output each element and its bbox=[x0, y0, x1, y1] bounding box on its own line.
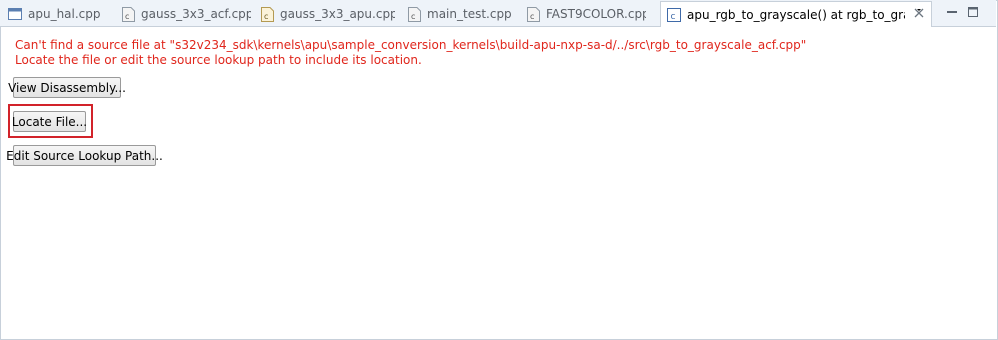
tab-label: gauss_3x3_apu.cpp bbox=[280, 7, 395, 21]
minimize-icon[interactable] bbox=[946, 6, 958, 18]
tab-gauss-3x3-apu[interactable]: c gauss_3x3_apu.cpp bbox=[260, 2, 395, 26]
tab-label: apu_rgb_to_grayscale() at rgb_to_graysca… bbox=[687, 7, 905, 22]
c-file-icon: c bbox=[121, 6, 135, 22]
c-editor-icon: c bbox=[667, 7, 681, 22]
c-file-icon: c bbox=[260, 6, 274, 22]
svg-text:c: c bbox=[671, 12, 676, 22]
svg-text:c: c bbox=[125, 12, 129, 21]
tab-apu-hal[interactable]: apu_hal.cpp bbox=[8, 2, 108, 26]
tab-label: main_test.cpp bbox=[427, 7, 512, 21]
locate-file-button[interactable]: Locate File... bbox=[12, 111, 87, 132]
c-file-icon: c bbox=[407, 6, 421, 22]
tab-label: apu_hal.cpp bbox=[28, 7, 101, 21]
svg-text:c: c bbox=[411, 12, 415, 21]
svg-text:c: c bbox=[530, 12, 534, 21]
maximize-icon[interactable] bbox=[967, 6, 979, 18]
tab-label: gauss_3x3_acf.cpp bbox=[141, 7, 251, 21]
editor-file-icon bbox=[8, 7, 22, 22]
tab-main-test[interactable]: c main_test.cpp bbox=[407, 2, 512, 26]
tab-fast9color[interactable]: c FAST9COLOR.cpp bbox=[526, 2, 646, 26]
editor-tab-bar: apu_hal.cpp c gauss_3x3_acf.cpp c gauss_… bbox=[0, 0, 996, 27]
edit-source-lookup-path-button[interactable]: Edit Source Lookup Path... bbox=[6, 145, 163, 166]
c-file-icon: c bbox=[526, 6, 540, 22]
close-icon[interactable] bbox=[913, 7, 925, 21]
view-disassembly-button[interactable]: View Disassembly... bbox=[8, 77, 126, 98]
tab-apu-rgb-to-grayscale[interactable]: c apu_rgb_to_grayscale() at rgb_to_grays… bbox=[660, 1, 932, 27]
svg-text:c: c bbox=[264, 12, 268, 21]
tab-gauss-3x3-acf[interactable]: c gauss_3x3_acf.cpp bbox=[121, 2, 251, 26]
error-message: Can't find a source file at "s32v234_sdk… bbox=[15, 38, 806, 68]
tab-label: FAST9COLOR.cpp bbox=[546, 7, 646, 21]
error-line-1: Can't find a source file at "s32v234_sdk… bbox=[15, 38, 807, 52]
error-line-2: Locate the file or edit the source looku… bbox=[15, 53, 422, 67]
